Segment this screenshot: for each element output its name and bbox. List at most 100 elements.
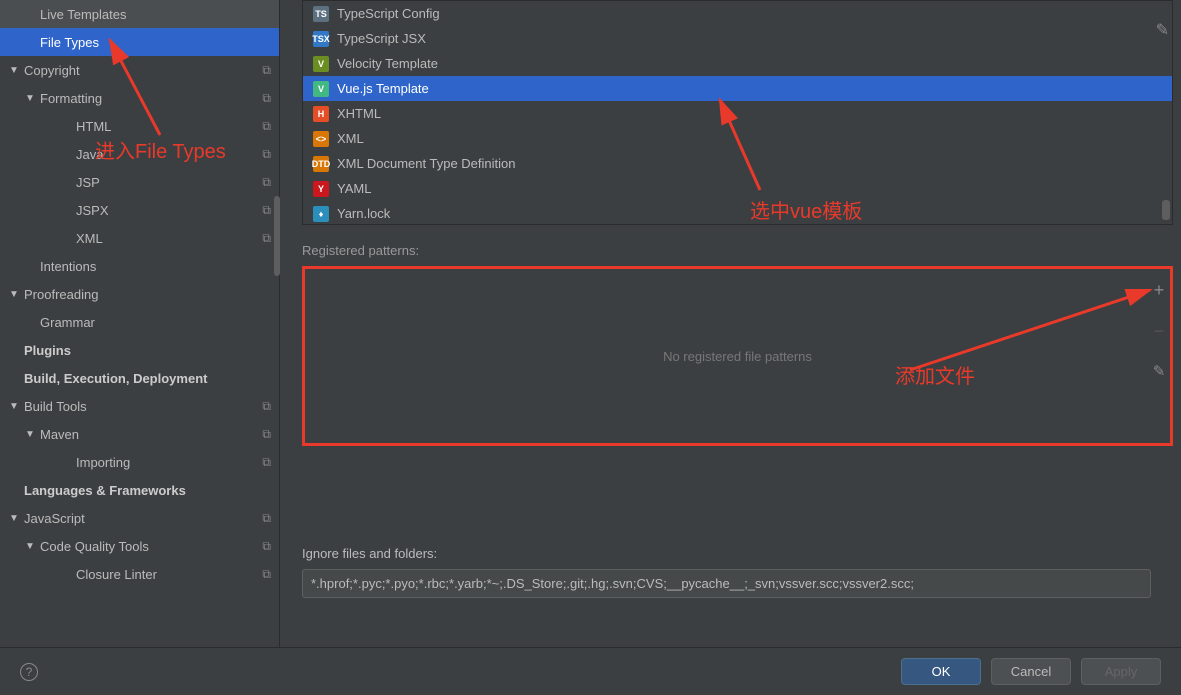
sidebar-item-plugins[interactable]: Plugins bbox=[0, 336, 279, 364]
edit-pattern-button[interactable]: ✎ bbox=[1149, 362, 1169, 380]
file-type-xml-document-type-definition[interactable]: DTD XML Document Type Definition bbox=[303, 151, 1172, 176]
sidebar-item-label: HTML bbox=[76, 119, 262, 134]
file-type-icon: TS bbox=[313, 6, 329, 22]
copy-icon: ⧉ bbox=[262, 511, 271, 526]
sidebar-item-proofreading[interactable]: ▼Proofreading bbox=[0, 280, 279, 308]
sidebar-item-maven[interactable]: ▼ Maven⧉ bbox=[0, 420, 279, 448]
sidebar-item-xml[interactable]: XML⧉ bbox=[0, 224, 279, 252]
cancel-button[interactable]: Cancel bbox=[991, 658, 1071, 685]
file-type-vue-js-template[interactable]: V Vue.js Template bbox=[303, 76, 1172, 101]
sidebar-item-languages-frameworks[interactable]: Languages & Frameworks bbox=[0, 476, 279, 504]
sidebar-item-label: Live Templates bbox=[40, 7, 271, 22]
settings-sidebar[interactable]: Live TemplatesFile Types▼Copyright⧉▼Form… bbox=[0, 0, 280, 647]
file-type-yaml[interactable]: YYAML bbox=[303, 176, 1172, 201]
copy-icon: ⧉ bbox=[262, 455, 271, 470]
remove-pattern-button[interactable]: − bbox=[1149, 321, 1169, 342]
content-area: ✎ TS TypeScript Config TSXTypeScript JSX VV… bbox=[280, 0, 1181, 647]
file-type-label: Velocity Template bbox=[337, 56, 438, 71]
copy-icon: ⧉ bbox=[262, 399, 271, 414]
file-type-label: XML Document Type Definition bbox=[337, 156, 515, 171]
copy-icon: ⧉ bbox=[262, 203, 271, 218]
file-type-typescript-jsx[interactable]: TSXTypeScript JSX bbox=[303, 26, 1172, 51]
sidebar-item-label: Code Quality Tools bbox=[40, 539, 262, 554]
file-type-label: YAML bbox=[337, 181, 371, 196]
file-type-icon: H bbox=[313, 106, 329, 122]
sidebar-item-build-execution-deployment[interactable]: Build, Execution, Deployment bbox=[0, 364, 279, 392]
file-type-label: XML bbox=[337, 131, 364, 146]
sidebar-item-code-quality-tools[interactable]: ▼ Code Quality Tools⧉ bbox=[0, 532, 279, 560]
sidebar-item-label: Languages & Frameworks bbox=[24, 483, 271, 498]
sidebar-item-copyright[interactable]: ▼ Copyright⧉ bbox=[0, 56, 279, 84]
sidebar-item-label: Copyright bbox=[24, 63, 262, 78]
file-type-label: Yarn.lock bbox=[337, 206, 390, 221]
copy-icon: ⧉ bbox=[262, 91, 271, 106]
sidebar-item-label: JSPX bbox=[76, 203, 262, 218]
file-type-icon: ♦ bbox=[313, 206, 329, 222]
file-type-velocity-template[interactable]: V Velocity Template bbox=[303, 51, 1172, 76]
file-type-typescript-config[interactable]: TS TypeScript Config bbox=[303, 1, 1172, 26]
copy-icon: ⧉ bbox=[262, 539, 271, 554]
ignore-label: Ignore files and folders: bbox=[302, 546, 1151, 561]
add-pattern-button[interactable]: + bbox=[1149, 280, 1169, 301]
patterns-label: Registered patterns: bbox=[302, 243, 1173, 258]
sidebar-item-label: Build Tools bbox=[24, 399, 262, 414]
chevron-icon: ▼ bbox=[8, 401, 20, 412]
help-icon[interactable]: ? bbox=[20, 663, 38, 681]
sidebar-item-label: Java bbox=[76, 147, 262, 162]
file-type-list[interactable]: TS TypeScript Config TSXTypeScript JSX V Vel… bbox=[302, 0, 1173, 225]
file-type-label: Vue.js Template bbox=[337, 81, 429, 96]
copy-icon: ⧉ bbox=[262, 175, 271, 190]
sidebar-item-build-tools[interactable]: ▼ Build Tools⧉ bbox=[0, 392, 279, 420]
apply-button[interactable]: Apply bbox=[1081, 658, 1161, 685]
chevron-icon: ▼ bbox=[24, 541, 36, 552]
copy-icon: ⧉ bbox=[262, 231, 271, 246]
sidebar-item-label: Closure Linter bbox=[76, 567, 262, 582]
sidebar-item-html[interactable]: HTML⧉ bbox=[0, 112, 279, 140]
sidebar-item-closure-linter[interactable]: Closure Linter⧉ bbox=[0, 560, 279, 588]
ok-button[interactable]: OK bbox=[901, 658, 981, 685]
bottom-bar: ? OK Cancel Apply bbox=[0, 647, 1181, 695]
file-type-yarn-lock[interactable]: ♦ Yarn.lock bbox=[303, 201, 1172, 225]
sidebar-item-javascript[interactable]: ▼JavaScript⧉ bbox=[0, 504, 279, 532]
file-type-xhtml[interactable]: H XHTML bbox=[303, 101, 1172, 126]
sidebar-item-live-templates[interactable]: Live Templates bbox=[0, 0, 279, 28]
file-type-xml[interactable]: <> XML bbox=[303, 126, 1172, 151]
sidebar-item-jspx[interactable]: JSPX⧉ bbox=[0, 196, 279, 224]
file-type-scrollbar[interactable] bbox=[1162, 200, 1170, 220]
sidebar-item-label: Importing bbox=[76, 455, 262, 470]
copy-icon: ⧉ bbox=[262, 147, 271, 162]
sidebar-item-label: Plugins bbox=[24, 343, 271, 358]
copy-icon: ⧉ bbox=[262, 119, 271, 134]
sidebar-item-grammar[interactable]: Grammar bbox=[0, 308, 279, 336]
file-type-label: TypeScript Config bbox=[337, 6, 440, 21]
patterns-empty-text: No registered file patterns bbox=[663, 349, 812, 364]
file-type-icon: V bbox=[313, 81, 329, 97]
sidebar-item-formatting[interactable]: ▼ Formatting⧉ bbox=[0, 84, 279, 112]
sidebar-item-label: Proofreading bbox=[24, 287, 271, 302]
chevron-icon: ▼ bbox=[24, 93, 36, 104]
copy-icon: ⧉ bbox=[262, 567, 271, 582]
sidebar-item-jsp[interactable]: JSP⧉ bbox=[0, 168, 279, 196]
sidebar-item-file-types[interactable]: File Types bbox=[0, 28, 279, 56]
copy-icon: ⧉ bbox=[262, 427, 271, 442]
chevron-icon: ▼ bbox=[8, 513, 20, 524]
file-type-icon: V bbox=[313, 56, 329, 72]
file-type-label: XHTML bbox=[337, 106, 381, 121]
sidebar-item-label: Maven bbox=[40, 427, 262, 442]
patterns-box: No registered file patterns bbox=[302, 266, 1173, 446]
file-type-label: TypeScript JSX bbox=[337, 31, 426, 46]
sidebar-item-label: Formatting bbox=[40, 91, 262, 106]
sidebar-item-intentions[interactable]: Intentions bbox=[0, 252, 279, 280]
sidebar-item-importing[interactable]: Importing⧉ bbox=[0, 448, 279, 476]
sidebar-item-label: Intentions bbox=[40, 259, 271, 274]
chevron-icon: ▼ bbox=[24, 429, 36, 440]
copy-icon: ⧉ bbox=[262, 63, 271, 78]
sidebar-item-label: Grammar bbox=[40, 315, 271, 330]
sidebar-item-java[interactable]: Java⧉ bbox=[0, 140, 279, 168]
file-type-icon: DTD bbox=[313, 156, 329, 172]
sidebar-item-label: Build, Execution, Deployment bbox=[24, 371, 271, 386]
chevron-icon: ▼ bbox=[8, 65, 20, 76]
file-type-icon: <> bbox=[313, 131, 329, 147]
sidebar-item-label: File Types bbox=[40, 35, 271, 50]
ignore-input[interactable] bbox=[302, 569, 1151, 598]
